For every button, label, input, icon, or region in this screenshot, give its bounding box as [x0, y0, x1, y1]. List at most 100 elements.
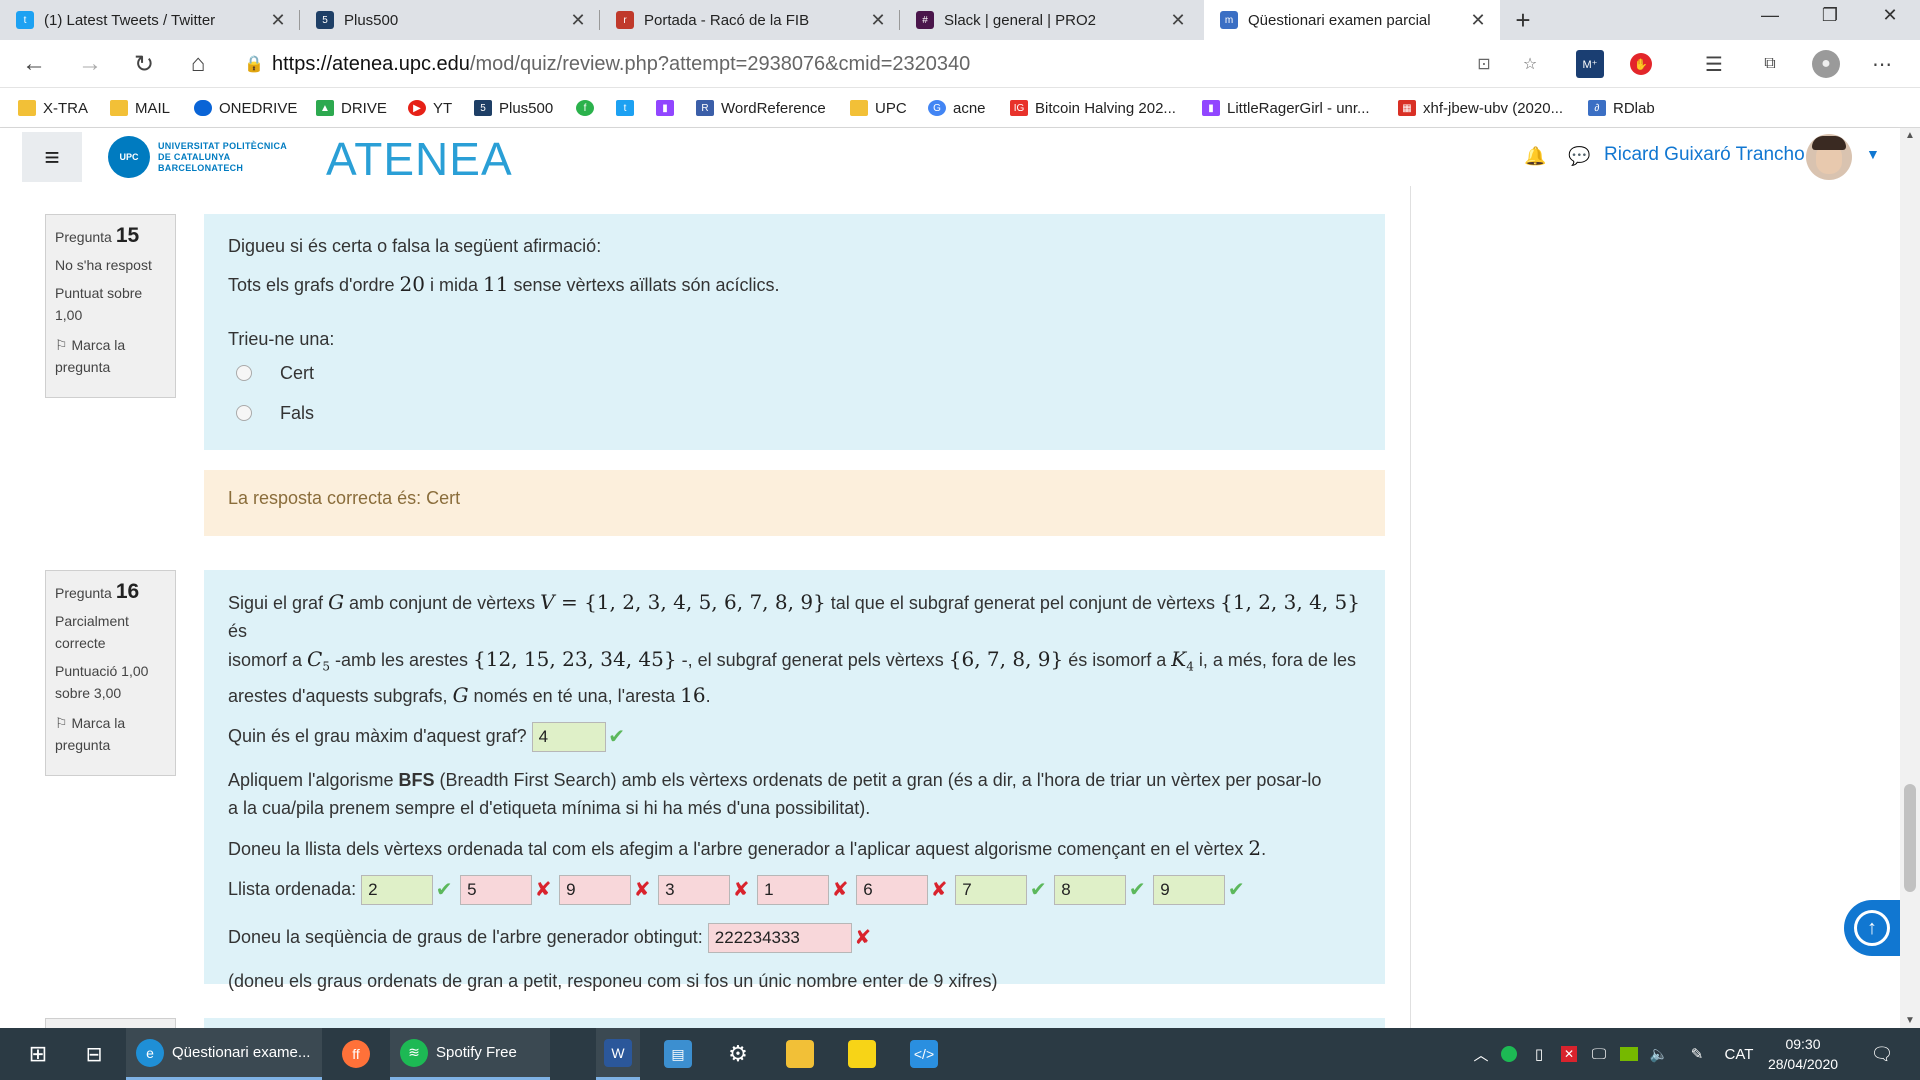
close-tab-icon[interactable]: ✕: [868, 10, 888, 31]
atenea-logo[interactable]: ATENEA: [326, 132, 513, 186]
restore-button[interactable]: ❐: [1800, 0, 1860, 32]
taskbar-app-vscode[interactable]: </>: [902, 1028, 946, 1080]
list-answer-3[interactable]: 9: [559, 875, 632, 906]
scroll-down-arrow-icon[interactable]: ▼: [1900, 1015, 1920, 1026]
bookmark-acne[interactable]: Gacne: [928, 88, 986, 128]
page-scrollbar[interactable]: ▲ ▼: [1900, 128, 1920, 1028]
back-to-top-button[interactable]: ↑: [1844, 900, 1900, 956]
tab-slack[interactable]: # Slack | general | PRO2 ✕: [900, 0, 1200, 40]
user-name[interactable]: Ricard Guixaró Trancho: [1604, 144, 1805, 166]
scroll-up-arrow-icon[interactable]: ▲: [1900, 130, 1920, 141]
url-field[interactable]: 🔒 https://atenea.upc.edu/mod/quiz/review…: [244, 46, 1574, 82]
list-answer-7[interactable]: 7: [955, 875, 1028, 906]
question-statement: Tots els grafs d'ordre 20 i mida 11 sens…: [228, 272, 780, 296]
notifications-bell-icon[interactable]: 🔔: [1524, 146, 1546, 167]
notification-center-icon[interactable]: 🗨: [1862, 1028, 1902, 1080]
taskbar-app-sticky-notes[interactable]: [840, 1028, 884, 1080]
tab-questionari[interactable]: m Qüestionari examen parcial ✕: [1204, 0, 1500, 40]
bookmark-bitcoin-halving[interactable]: IG Bitcoin Halving 202...: [1010, 88, 1176, 128]
adblock-icon[interactable]: ✋: [1630, 53, 1652, 75]
more-menu-icon[interactable]: ⋯: [1868, 50, 1896, 78]
pen-tray-icon[interactable]: ✎: [1684, 1028, 1710, 1080]
tab-raco[interactable]: r Portada - Racó de la FIB ✕: [600, 0, 900, 40]
list-answer-4[interactable]: 3: [658, 875, 731, 906]
close-tab-icon[interactable]: ✕: [268, 10, 288, 31]
collections-icon[interactable]: ⧉: [1756, 50, 1784, 78]
spotify-tray-icon[interactable]: [1496, 1028, 1522, 1080]
bookmark-plus500[interactable]: 5 Plus500: [474, 88, 553, 128]
list-answer-6[interactable]: 6: [856, 875, 929, 906]
taskbar-app-edge[interactable]: e Qüestionari exame...: [126, 1028, 322, 1080]
taskbar-app-firefox[interactable]: ff: [334, 1028, 378, 1080]
flag-question-link[interactable]: ⚐ Marca la pregunta: [55, 334, 166, 378]
max-degree-answer[interactable]: 4: [531, 721, 606, 752]
taskbar-app-explorer[interactable]: [778, 1028, 822, 1080]
nvidia-tray-icon[interactable]: [1616, 1028, 1642, 1080]
home-icon[interactable]: ⌂: [176, 40, 220, 88]
volume-tray-icon[interactable]: 🔈: [1646, 1028, 1672, 1080]
menu-toggle-button[interactable]: ≡: [22, 132, 82, 182]
messages-chat-icon[interactable]: 💬: [1568, 146, 1590, 167]
close-tab-icon[interactable]: ✕: [568, 10, 588, 31]
radio-button[interactable]: [236, 365, 252, 381]
taskbar-app-spotify[interactable]: ≋ Spotify Free: [390, 1028, 550, 1080]
bookmark-twitch[interactable]: ▮: [656, 88, 681, 128]
bookmark-yt[interactable]: ▶ YT: [408, 88, 452, 128]
flag-icon: ⚐: [55, 337, 68, 353]
bookmark-meet[interactable]: ▦ xhf-jbew-ubv (2020...: [1398, 88, 1563, 128]
bookmark-feedly[interactable]: f: [576, 88, 601, 128]
bookmark-upc[interactable]: UPC: [850, 88, 907, 128]
tab-plus500[interactable]: 5 Plus500 ✕: [300, 0, 600, 40]
favorites-list-icon[interactable]: ☰: [1700, 50, 1728, 78]
flag-icon: ⚐: [55, 715, 68, 731]
bookmark-drive[interactable]: ▲ DRIVE: [316, 88, 387, 128]
battery-tray-icon[interactable]: ▯: [1526, 1028, 1552, 1080]
flag-question-link[interactable]: ⚐ Marca la pregunta: [55, 712, 166, 756]
bookmark-x-tra[interactable]: X-TRA: [18, 88, 88, 128]
option-cert[interactable]: Cert: [236, 353, 1361, 393]
bookmark-rdlab[interactable]: ∂ RDlab: [1588, 88, 1655, 128]
bookmark-twitter[interactable]: t: [616, 88, 641, 128]
taskbar-clock[interactable]: 09:30 28/04/2020: [1758, 1034, 1848, 1074]
bookmark-wordreference[interactable]: R WordReference: [696, 88, 826, 128]
list-answer-2[interactable]: 5: [460, 875, 533, 906]
refresh-icon[interactable]: ↻: [122, 40, 166, 88]
language-indicator[interactable]: CAT: [1718, 1028, 1760, 1080]
tab-twitter[interactable]: t (1) Latest Tweets / Twitter ✕: [0, 0, 300, 40]
favorite-star-icon[interactable]: ☆: [1516, 50, 1544, 78]
taskbar-app-news[interactable]: ▤: [656, 1028, 700, 1080]
forward-arrow-icon[interactable]: →: [68, 40, 112, 88]
new-tab-button[interactable]: +: [1508, 5, 1538, 35]
profile-icon[interactable]: ●: [1812, 50, 1840, 78]
bookmark-onedrive[interactable]: ONEDRIVE: [194, 88, 297, 128]
avatar[interactable]: [1806, 134, 1852, 180]
close-window-button[interactable]: ✕: [1860, 0, 1920, 32]
bookmark-littleragergirl[interactable]: ▮ LittleRagerGirl - unr...: [1202, 88, 1370, 128]
radio-button[interactable]: [236, 405, 252, 421]
scrollbar-thumb[interactable]: [1904, 784, 1916, 892]
taskbar-app-settings[interactable]: ⚙: [716, 1028, 760, 1080]
minimize-button[interactable]: —: [1740, 0, 1800, 32]
chevron-down-icon[interactable]: ▼: [1866, 146, 1880, 162]
plus500-icon: 5: [316, 11, 334, 29]
upc-logo[interactable]: UPC UNIVERSITAT POLITÈCNICA DE CATALUNYA…: [108, 136, 303, 178]
antivirus-alert-tray-icon[interactable]: ✕: [1556, 1028, 1582, 1080]
list-answer-5[interactable]: 1: [757, 875, 830, 906]
list-answer-8[interactable]: 8: [1054, 875, 1127, 906]
onedrive-icon: [194, 100, 212, 116]
extension-m-icon[interactable]: M⁺: [1576, 50, 1604, 78]
read-aloud-icon[interactable]: ⊡: [1470, 50, 1498, 78]
task-view-button[interactable]: ⊟: [72, 1028, 116, 1080]
network-tray-icon[interactable]: 🖵: [1586, 1028, 1612, 1080]
degree-sequence-answer[interactable]: 222234333: [707, 923, 852, 954]
option-fals[interactable]: Fals: [236, 393, 1361, 433]
close-tab-icon[interactable]: ✕: [1168, 10, 1188, 31]
taskbar-app-word[interactable]: W: [596, 1028, 640, 1080]
show-hidden-icons-chevron-icon[interactable]: ︿: [1468, 1028, 1494, 1080]
start-button[interactable]: ⊞: [16, 1028, 60, 1080]
list-answer-1[interactable]: 2: [361, 875, 434, 906]
list-answer-9[interactable]: 9: [1153, 875, 1226, 906]
close-tab-icon[interactable]: ✕: [1468, 10, 1488, 31]
back-arrow-icon[interactable]: ←: [12, 40, 56, 88]
bookmark-mail[interactable]: MAIL: [110, 88, 170, 128]
